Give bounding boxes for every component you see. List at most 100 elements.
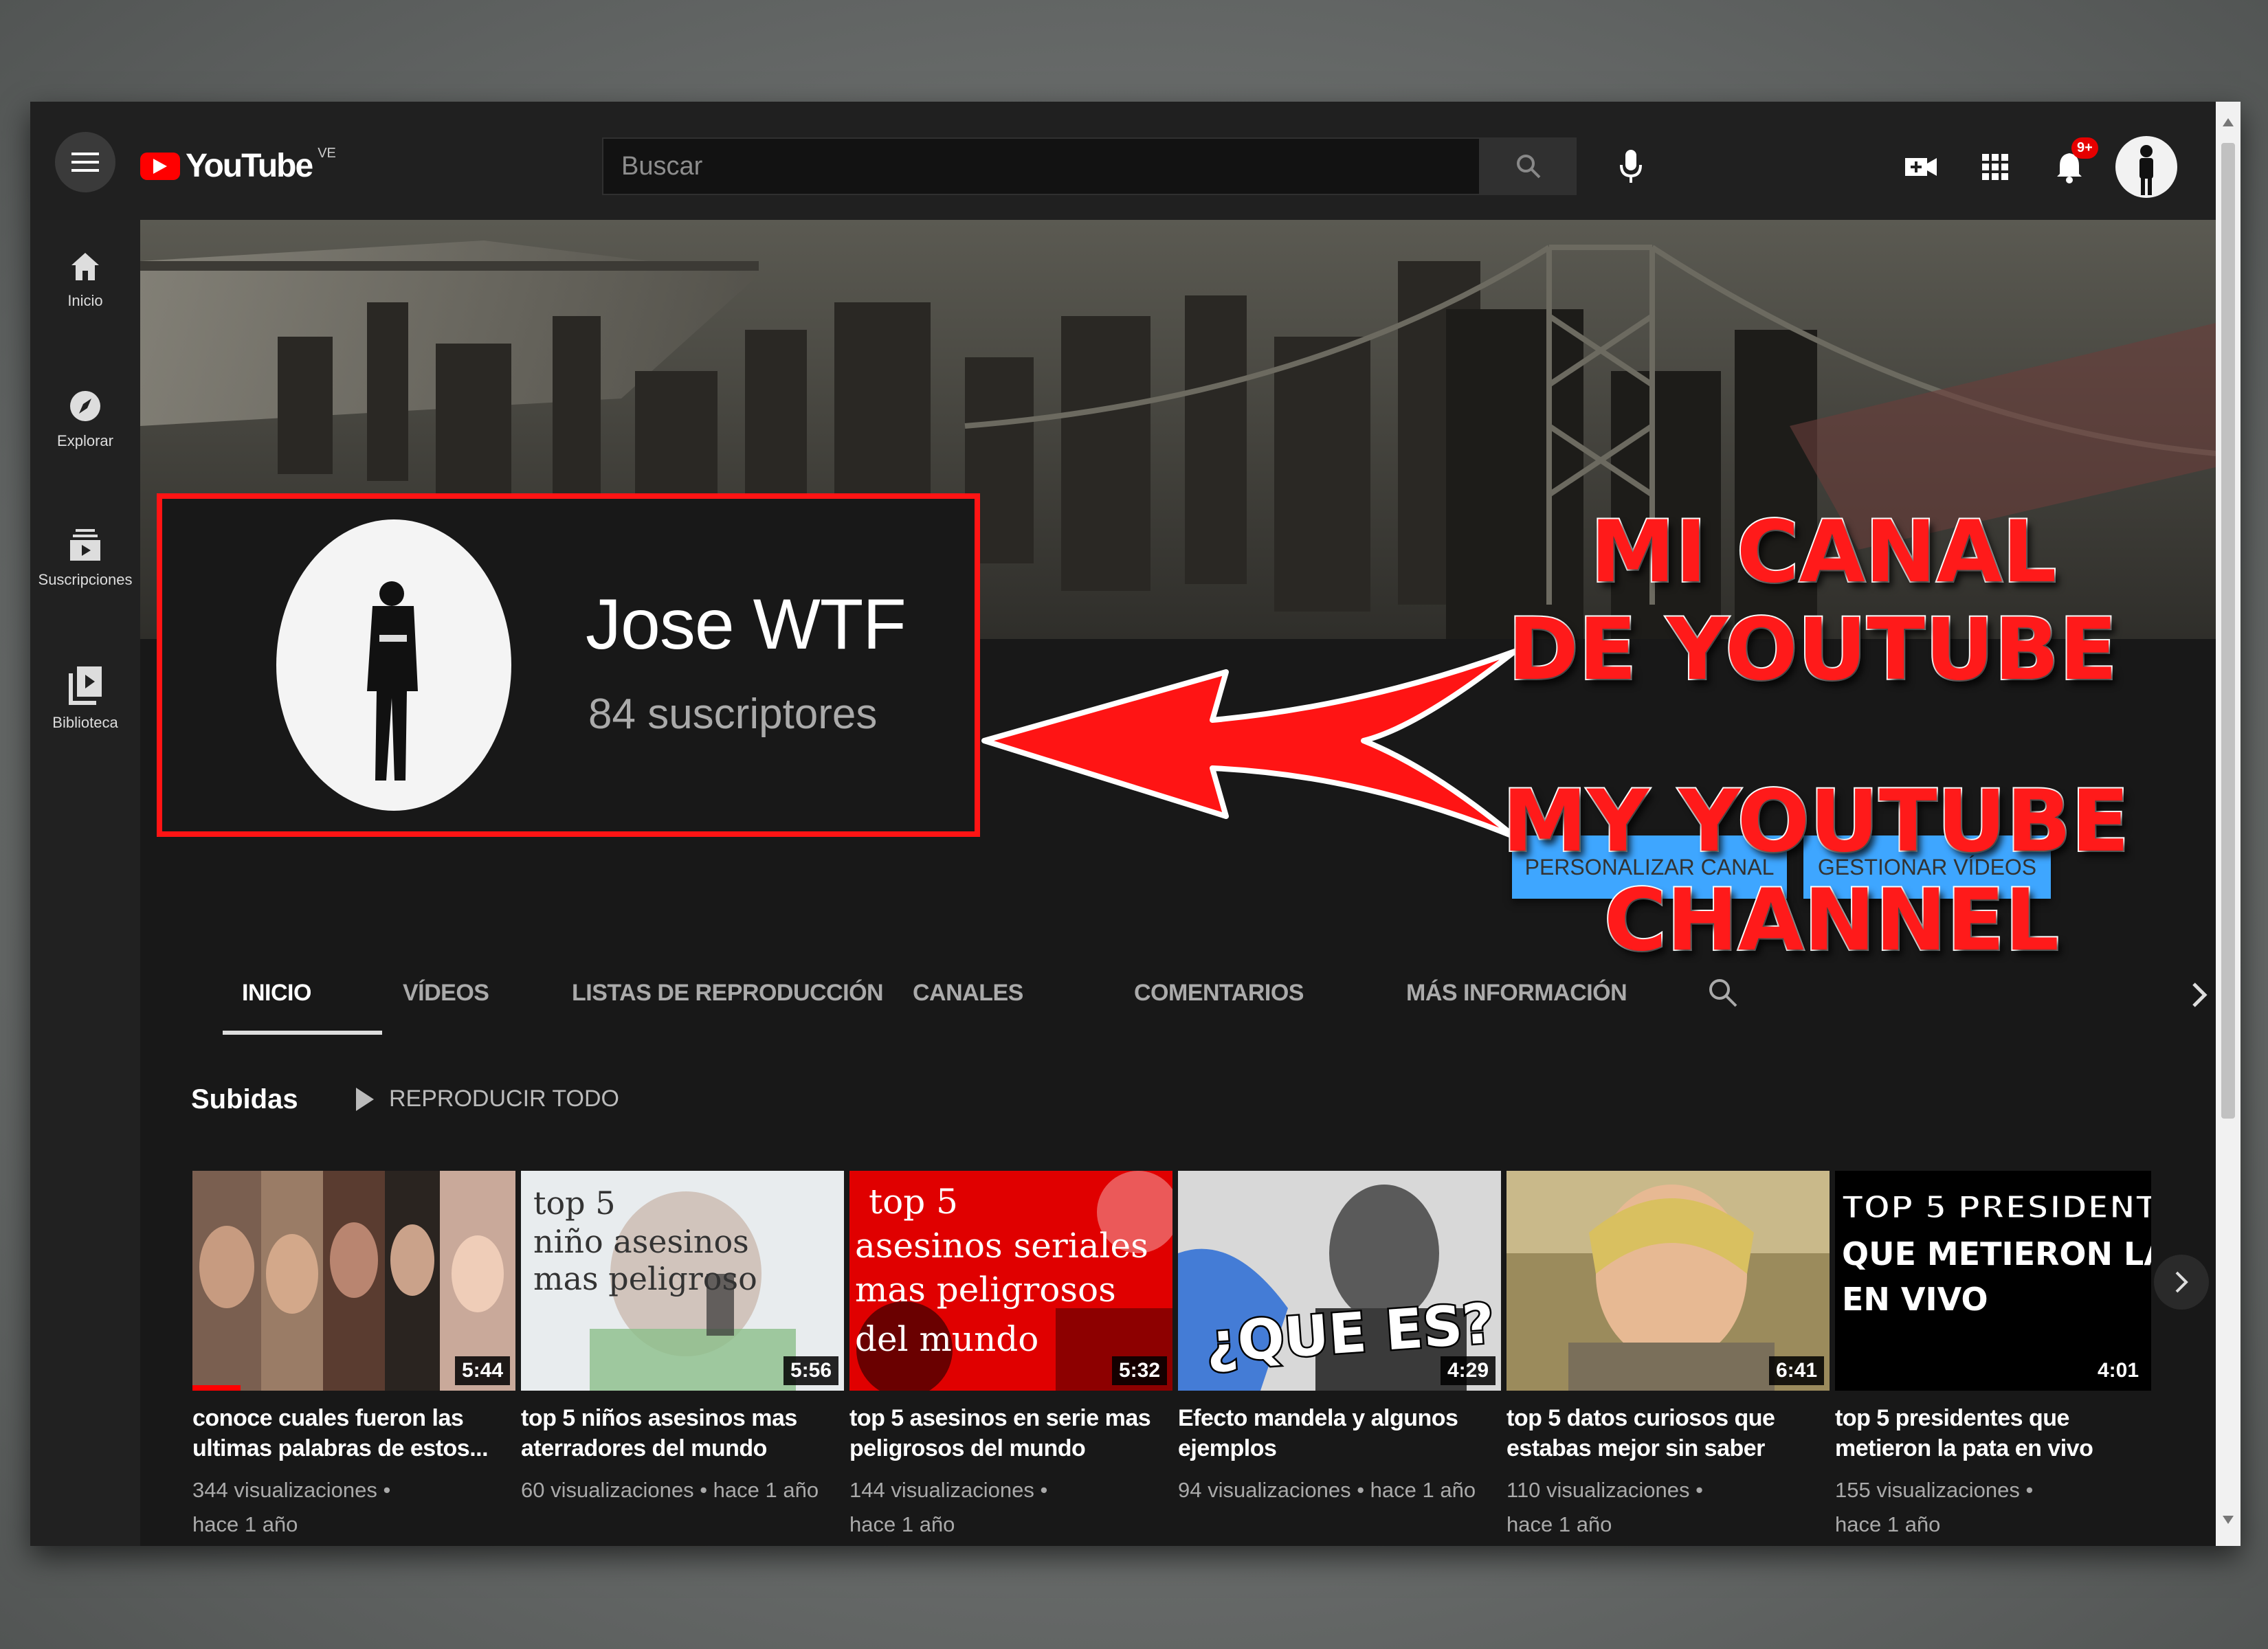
home-icon (71, 253, 99, 280)
video-thumbnail[interactable]: 5:44 (192, 1171, 515, 1391)
search-box (602, 137, 1480, 195)
tab-videos[interactable]: VÍDEOS (403, 980, 489, 1007)
hamburger-icon (71, 153, 99, 172)
video-title[interactable]: top 5 niños asesinos mas aterradores del… (521, 1403, 844, 1463)
tab-listas[interactable]: LISTAS DE REPRODUCCIÓN (572, 980, 884, 1007)
video-thumbnail[interactable]: TOP 5 PRESIDENTES QUE METIERON LA PATA E… (1835, 1171, 2151, 1391)
video-title[interactable]: Efecto mandela y algunos ejemplos (1178, 1403, 1501, 1463)
play-icon (356, 1087, 374, 1111)
thumbnail-caption: mas peligrosos (855, 1270, 1116, 1310)
overlay-text-line1: MI CANAL (1589, 502, 2058, 603)
video-views: 144 visualizaciones • (849, 1478, 1048, 1502)
video-metadata: 144 visualizaciones • hace 1 año (849, 1473, 1172, 1542)
subscriber-count: 84 suscriptores (588, 691, 878, 738)
create-video-button[interactable] (1895, 142, 1946, 192)
sidebar-item-label: Explorar (57, 432, 113, 449)
play-all-button[interactable]: REPRODUCIR TODO (356, 1086, 619, 1112)
video-thumbnail[interactable]: 6:41 (1507, 1171, 1830, 1391)
tab-comentarios[interactable]: COMENTARIOS (1134, 980, 1304, 1007)
logo-text: YouTube (186, 148, 313, 184)
video-card[interactable]: ¿QUE ES? 4:29 Efecto mandela y algunos e… (1178, 1171, 1501, 1507)
tab-canales[interactable]: CANALES (913, 980, 1023, 1007)
video-title-line: top 5 niños asesinos mas (521, 1405, 797, 1431)
thumbnail-caption: TOP 5 PRESIDENTES (1841, 1188, 2151, 1227)
video-views: 60 visualizaciones • hace 1 año (521, 1478, 819, 1502)
video-duration: 5:44 (454, 1356, 510, 1385)
video-title-line: top 5 datos curiosos que (1507, 1405, 1775, 1431)
thumbnail-caption: asesinos seriales (855, 1226, 1148, 1266)
notifications-button[interactable]: 9+ (2044, 137, 2098, 192)
thumbnail-caption: mas peligroso (533, 1260, 757, 1297)
tab-mas-informacion[interactable]: MÁS INFORMACIÓN (1406, 980, 1627, 1007)
sidebar-item-inicio[interactable]: Inicio (30, 250, 140, 310)
video-views: 155 visualizaciones • (1835, 1478, 2034, 1502)
page-scrollbar[interactable] (2216, 102, 2241, 1546)
video-duration: 5:56 (783, 1356, 838, 1385)
scroll-down-arrow-icon[interactable] (2221, 1514, 2235, 1525)
video-metadata: 155 visualizaciones • hace 1 año (1835, 1473, 2158, 1542)
video-title-line: aterradores del mundo (521, 1435, 767, 1461)
video-card[interactable]: 5:44 conoce cuales fueron las ultimas pa… (192, 1171, 515, 1542)
notification-badge: 9+ (2071, 137, 2098, 159)
menu-button[interactable] (55, 132, 115, 192)
video-card[interactable]: TOP 5 PRESIDENTES QUE METIERON LA PATA E… (1835, 1171, 2158, 1542)
scroll-up-arrow-icon[interactable] (2221, 117, 2235, 128)
video-thumbnail[interactable]: top 5 niño asesinos mas peligroso 5:56 (521, 1171, 844, 1391)
sidebar-item-biblioteca[interactable]: Biblioteca (30, 666, 140, 732)
search-input[interactable] (603, 139, 1479, 194)
video-title[interactable]: top 5 asesinos en serie mas peligrosos d… (849, 1403, 1172, 1463)
logo-country-code: VE (318, 146, 336, 161)
red-arrow-annotation (981, 649, 1517, 840)
video-age: hace 1 año (192, 1512, 298, 1536)
video-title-line: conoce cuales fueron las (192, 1405, 464, 1431)
video-card[interactable]: 6:41 top 5 datos curiosos que estabas me… (1507, 1171, 1830, 1542)
channel-search-icon[interactable] (1707, 977, 1739, 1009)
person-silhouette-icon (367, 581, 418, 781)
channel-avatar[interactable] (276, 519, 511, 811)
video-title-line: estabas mejor sin saber (1507, 1435, 1765, 1461)
scrollbar-thumb[interactable] (2221, 143, 2235, 1119)
thumbnail-caption: QUE METIERON LA PATA (1842, 1235, 2151, 1272)
sidebar-item-explorar[interactable]: Explorar (30, 389, 140, 450)
video-views: 344 visualizaciones • (192, 1478, 391, 1502)
video-title[interactable]: top 5 presidentes que metieron la pata e… (1835, 1403, 2158, 1463)
chevron-right-icon[interactable] (2191, 981, 2208, 1009)
video-title[interactable]: top 5 datos curiosos que estabas mejor s… (1507, 1403, 1830, 1463)
video-title-line: top 5 presidentes que (1835, 1405, 2069, 1431)
search-button[interactable] (1480, 137, 1577, 195)
video-duration: 4:01 (2090, 1356, 2146, 1385)
thumbnail-caption: top 5 (869, 1182, 958, 1222)
video-card[interactable]: top 5 asesinos seriales mas peligrosos d… (849, 1171, 1172, 1542)
video-age: hace 1 año (849, 1512, 955, 1536)
apps-button[interactable] (1970, 142, 2021, 192)
video-metadata: 94 visualizaciones • hace 1 año (1178, 1473, 1501, 1507)
video-card[interactable]: top 5 niño asesinos mas peligroso 5:56 t… (521, 1171, 844, 1507)
voice-search-button[interactable] (1604, 140, 1658, 194)
guide-sidebar: Inicio Explorar Suscripciones Biblioteca (30, 220, 140, 1546)
account-avatar[interactable] (2115, 136, 2177, 198)
search-icon (1517, 155, 1541, 179)
video-title-line: Efecto mandela y algunos (1178, 1405, 1458, 1431)
video-age: hace 1 año (1507, 1512, 1612, 1536)
apps-grid-icon (1982, 154, 2008, 180)
video-metadata: 110 visualizaciones • hace 1 año (1507, 1473, 1830, 1542)
subscriptions-icon (70, 529, 100, 561)
video-title[interactable]: conoce cuales fueron las ultimas palabra… (192, 1403, 515, 1463)
sidebar-item-label: Inicio (67, 292, 103, 309)
video-title-line: metieron la pata en vivo (1835, 1435, 2093, 1461)
video-views: 94 visualizaciones • hace 1 año (1178, 1478, 1476, 1502)
microphone-icon (1620, 150, 1642, 183)
video-metadata: 60 visualizaciones • hace 1 año (521, 1473, 844, 1507)
sidebar-item-label: Biblioteca (52, 714, 118, 731)
overlay-text-line3: MY YOUTUBE (1501, 771, 2131, 873)
sidebar-item-suscripciones[interactable]: Suscripciones (30, 528, 140, 589)
video-thumbnail[interactable]: top 5 asesinos seriales mas peligrosos d… (849, 1171, 1172, 1391)
video-thumbnail[interactable]: ¿QUE ES? 4:29 (1178, 1171, 1501, 1391)
shelf-next-button[interactable] (2154, 1255, 2209, 1310)
overlay-text-line2: DE YOUTUBE (1507, 599, 2119, 701)
overlay-text-line4: CHANNEL (1603, 870, 2060, 972)
tab-inicio[interactable]: INICIO (242, 980, 311, 1007)
youtube-logo[interactable]: YouTube VE (140, 146, 336, 185)
thumbnail-caption: top 5 (533, 1185, 616, 1222)
thumbnail-caption: del mundo (855, 1319, 1039, 1359)
